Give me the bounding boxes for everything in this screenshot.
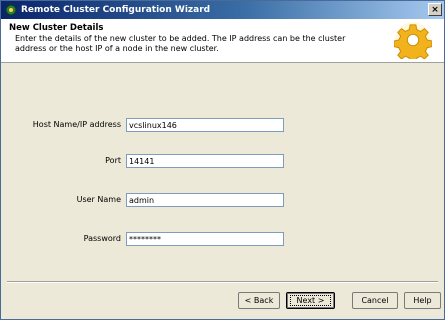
wizard-icon: [5, 4, 17, 16]
username-input[interactable]: [126, 193, 284, 207]
header-description: Enter the details of the new cluster to …: [15, 34, 346, 53]
gear-icon: [394, 21, 432, 59]
password-input[interactable]: [126, 232, 284, 246]
cancel-button[interactable]: Cancel: [352, 292, 398, 309]
header-title: New Cluster Details: [9, 23, 104, 33]
next-button-label: Next >: [289, 295, 332, 306]
back-button[interactable]: < Back: [238, 292, 280, 309]
title-bar[interactable]: Remote Cluster Configuration Wizard ×: [1, 1, 444, 19]
footer-separator: [7, 281, 438, 283]
password-label: Password: [83, 234, 121, 243]
wizard-header: New Cluster Details Enter the details of…: [1, 19, 444, 63]
close-button[interactable]: ×: [428, 3, 442, 16]
port-label: Port: [105, 156, 121, 165]
help-button[interactable]: Help: [404, 292, 441, 309]
port-input[interactable]: [126, 154, 284, 168]
wizard-dialog: Remote Cluster Configuration Wizard × Ne…: [0, 0, 445, 320]
host-label: Host Name/IP address: [32, 120, 121, 129]
username-label: User Name: [76, 195, 121, 204]
next-button[interactable]: Next >: [286, 292, 335, 309]
window-title: Remote Cluster Configuration Wizard: [21, 5, 211, 15]
host-input[interactable]: [126, 118, 284, 132]
